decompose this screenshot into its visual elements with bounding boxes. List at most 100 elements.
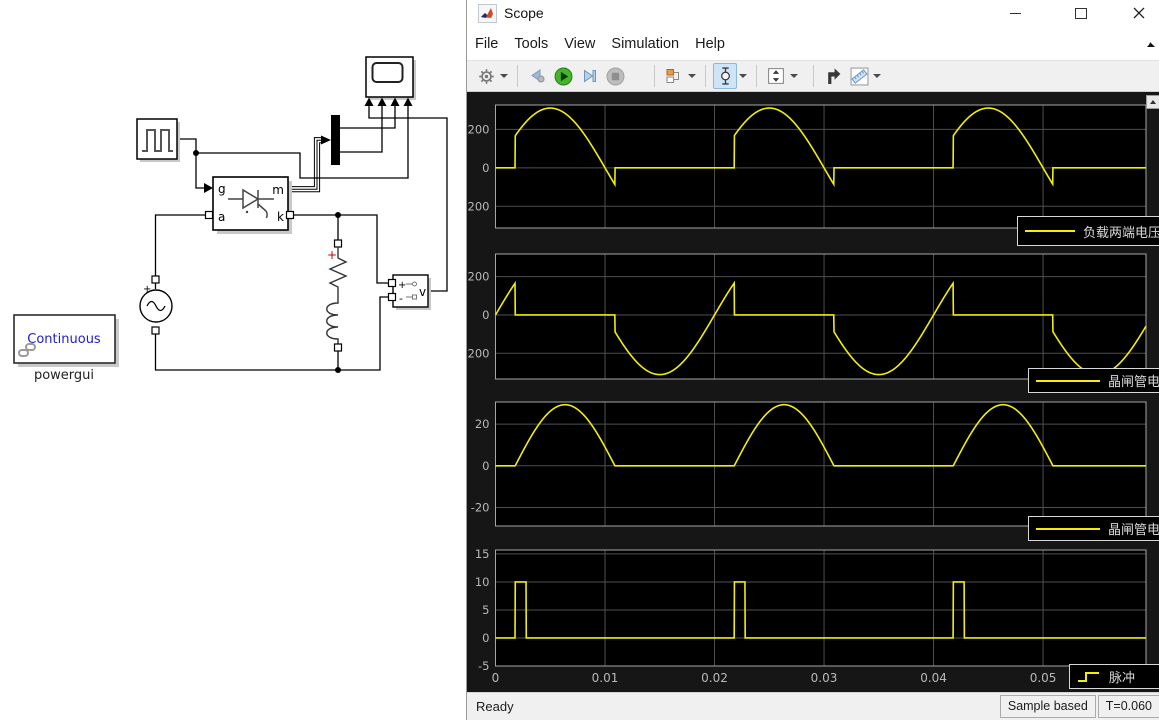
settings-gear-button[interactable] (474, 63, 498, 89)
y-tick-label: -200 (467, 199, 490, 213)
y-tick-label: 200 (468, 122, 490, 136)
vm-plus-label: + (398, 280, 406, 291)
scope-plot-area: 2000-2002000-200200-20151050-500.010.020… (467, 92, 1159, 692)
legend-label: 晶闸管电压 (1108, 371, 1159, 390)
legend-thyristor-current[interactable]: 晶闸管电流 (1028, 516, 1159, 541)
cathode-port (287, 212, 294, 219)
legend-load-voltage[interactable]: 负载两端电压 (1017, 216, 1159, 246)
x-tick-label: 0.05 (1030, 671, 1057, 685)
y-tick-label: -200 (467, 346, 490, 360)
y-tick-label: 5 (482, 603, 489, 617)
toolbar (467, 60, 1159, 92)
thyristor-block[interactable]: g m a k (204, 177, 294, 234)
port-label-g: g (218, 182, 226, 196)
y-tick-label: -20 (471, 500, 490, 514)
ruler-icon (850, 67, 869, 86)
y-tick-label: -5 (478, 659, 489, 673)
voltage-measurement-block[interactable]: + - v (389, 275, 432, 310)
simulink-blocks-icon (665, 68, 683, 84)
pulse-generator-block[interactable] (137, 119, 180, 162)
legend-step-icon (1077, 670, 1101, 683)
thyristor-dot (246, 211, 248, 213)
port-label-a: a (218, 210, 225, 224)
menu-view[interactable]: View (564, 36, 595, 52)
trigger-icon (717, 67, 734, 85)
gear-icon (478, 68, 495, 85)
simulink-snapshot-button[interactable] (662, 63, 686, 89)
signal-arrow-icon (825, 68, 842, 85)
y-tick-label: 0 (482, 308, 489, 322)
matlab-scope-icon (478, 4, 497, 23)
x-tick-label: 0 (492, 671, 500, 685)
scope-screen-icon (373, 63, 403, 82)
vm-v-label: v (419, 285, 426, 299)
title-bar[interactable]: Scope (467, 0, 1159, 28)
scope-block[interactable] (365, 57, 417, 106)
status-sample-mode: Sample based (1000, 695, 1096, 718)
step-back-button[interactable] (525, 63, 549, 89)
legend-label: 脉冲 (1109, 667, 1135, 686)
menu-help[interactable]: Help (695, 36, 725, 52)
highlight-signal-button[interactable] (821, 63, 845, 89)
y-tick-label: 0 (482, 459, 489, 473)
menu-simulation[interactable]: Simulation (611, 36, 679, 52)
menu-file[interactable]: File (475, 36, 498, 52)
inductor-icon (327, 297, 338, 344)
demux-input-port (321, 136, 331, 145)
measurements-button[interactable] (847, 63, 871, 89)
snapshot-dropdown-caret[interactable] (688, 74, 696, 78)
rlc-top-port (335, 240, 342, 247)
rlc-bottom-port (335, 344, 342, 351)
screen: g m a k (0, 0, 1159, 720)
powergui-label: powergui (34, 368, 94, 383)
menu-bar: File Tools View Simulation Help (467, 28, 1159, 60)
legend-thyristor-voltage[interactable]: 晶闸管电压 (1028, 368, 1159, 393)
maximize-button[interactable] (1066, 2, 1096, 24)
menu-overflow-arrow-icon[interactable] (1146, 38, 1156, 56)
x-tick-label: 0.01 (592, 671, 619, 685)
menu-tools[interactable]: Tools (514, 36, 548, 52)
vm-minus-port (389, 294, 396, 301)
demux-block[interactable] (321, 115, 340, 165)
legend-line-icon (1025, 230, 1075, 232)
run-button[interactable] (551, 63, 575, 89)
stop-icon (606, 67, 625, 86)
settings-dropdown-caret[interactable] (500, 74, 508, 78)
y-tick-label: 20 (475, 417, 490, 431)
measurements-dropdown-caret[interactable] (873, 74, 881, 78)
step-forward-icon (581, 68, 598, 84)
step-back-icon (528, 68, 546, 84)
vm-plus-port (389, 280, 396, 287)
powergui-block[interactable]: Continuous powergui (14, 315, 119, 383)
legend-line-icon (1036, 380, 1100, 382)
trigger-dropdown-caret[interactable] (739, 74, 747, 78)
minimize-button[interactable] (1000, 2, 1030, 24)
ac-plus-label: + (143, 284, 151, 295)
legend-label: 负载两端电压 (1083, 222, 1159, 241)
scope-window: Scope File Tools View Simulation Help (466, 0, 1159, 720)
run-icon (554, 67, 573, 86)
powergui-mode-text: Continuous (27, 332, 101, 347)
legend-pulse[interactable]: 脉冲 (1069, 664, 1159, 689)
fit-to-view-button[interactable] (764, 63, 788, 89)
close-button[interactable] (1124, 2, 1154, 24)
series-rlc-branch-block[interactable]: + (327, 240, 346, 351)
stop-button[interactable] (603, 63, 627, 89)
legend-line-icon (1036, 528, 1100, 530)
vector-wire[interactable] (289, 138, 321, 192)
ac-minus-port (152, 327, 159, 334)
fit-dropdown-caret[interactable] (790, 74, 798, 78)
axes-background (496, 105, 1147, 228)
y-tick-label: 0 (482, 161, 489, 175)
scroll-up-button[interactable] (1146, 95, 1159, 109)
step-forward-button[interactable] (577, 63, 601, 89)
status-ready: Ready (467, 699, 1000, 714)
axes-background (496, 254, 1147, 379)
port-label-k: k (277, 210, 284, 224)
signal-wires[interactable] (156, 106, 448, 370)
y-tick-label: 15 (475, 547, 490, 561)
simulink-model-canvas[interactable]: g m a k (0, 0, 466, 720)
trigger-button[interactable] (713, 63, 737, 89)
y-tick-label: 200 (468, 270, 490, 284)
ac-plus-port (152, 276, 159, 283)
